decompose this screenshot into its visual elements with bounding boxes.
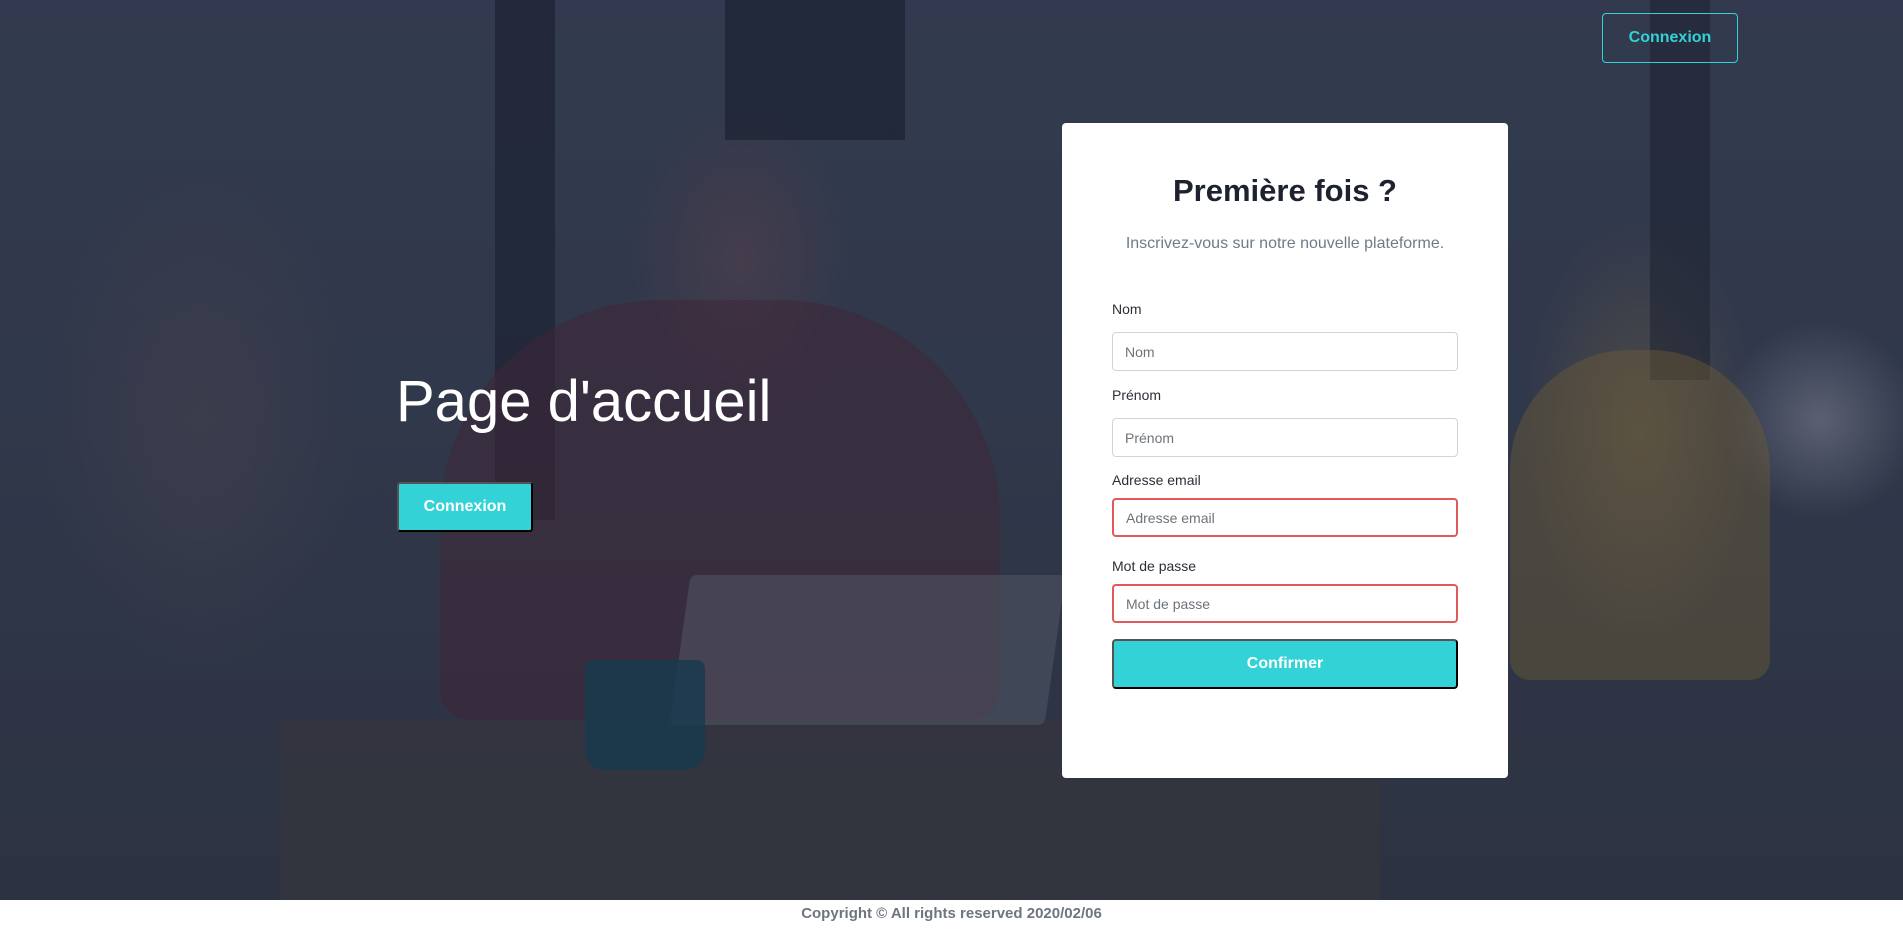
last-name-field[interactable] [1112,332,1458,371]
first-name-label: Prénom [1112,387,1162,403]
password-field[interactable] [1112,584,1458,623]
confirm-button[interactable]: Confirmer [1112,639,1458,689]
first-name-field[interactable] [1112,418,1458,457]
hero-login-button[interactable]: Connexion [397,482,533,532]
signup-subtitle: Inscrivez-vous sur notre nouvelle platef… [1125,235,1445,252]
last-name-label: Nom [1112,301,1142,317]
hero-overlay [0,0,1903,900]
email-label: Adresse email [1112,472,1201,488]
signup-title: Première fois ? [1173,173,1397,208]
password-label: Mot de passe [1112,558,1197,574]
hero-section: Connexion Page d'accueil Connexion Premi… [0,0,1903,900]
email-field[interactable] [1112,498,1458,537]
signup-card: Première fois ? Inscrivez-vous sur notre… [1062,123,1508,778]
page-title: Page d'accueil [396,369,772,434]
footer: Copyright © All rights reserved 2020/02/… [0,900,1903,944]
header-login-button[interactable]: Connexion [1602,13,1738,63]
copyright-text: Copyright © All rights reserved 2020/02/… [801,905,1102,922]
